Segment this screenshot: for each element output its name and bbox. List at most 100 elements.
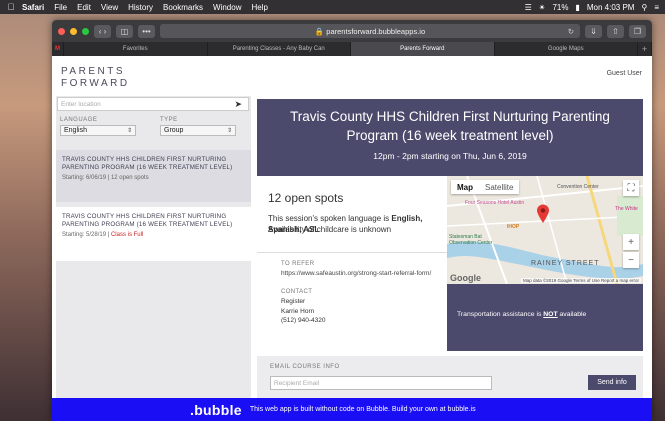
new-tab-button[interactable]: +	[638, 42, 652, 56]
list-icon[interactable]: ≡	[654, 3, 659, 12]
fullscreen-icon[interactable]: ⛶	[623, 180, 639, 196]
bluetooth-icon[interactable]: ✴	[539, 3, 546, 12]
zoom-window-button[interactable]	[82, 27, 89, 35]
class-card-start: Starting: 5/28/19	[62, 232, 107, 238]
tabs-icon[interactable]: ❐	[629, 24, 646, 38]
contact-register[interactable]: Register	[281, 297, 325, 307]
page: PARENTS FORWARD Guest User Enter locatio…	[52, 56, 652, 421]
refer-heading: TO REFER	[281, 261, 315, 267]
refer-link[interactable]: https://www.safeaustin.org/strong-start-…	[281, 270, 441, 278]
gmail-favicon-icon[interactable]: M	[52, 42, 64, 56]
map-footer[interactable]: Map data ©2019 Google Terms of Use Repor…	[520, 278, 641, 283]
close-window-button[interactable]	[58, 27, 65, 35]
language-prefix: This session's spoken language is	[268, 214, 392, 223]
clock[interactable]: Mon 4:03 PM	[587, 3, 635, 12]
share-icon[interactable]: ⇧	[607, 24, 624, 38]
address-bar[interactable]: 🔒 parentsforward.bubbleapps.io ↻	[160, 24, 580, 38]
location-input[interactable]: Enter location ➤	[57, 97, 249, 111]
lock-icon: 🔒	[314, 26, 327, 36]
menu-bookmarks[interactable]: Bookmarks	[163, 3, 203, 12]
map[interactable]: Map Satellite ⛶ + − Four Seasons Hotel A…	[447, 176, 643, 284]
select-caret-icon: ⇕	[126, 128, 132, 134]
meta-separator: |	[107, 175, 110, 181]
map-label: RAINEY STREET	[531, 260, 600, 267]
logo[interactable]: PARENTS FORWARD	[61, 66, 130, 90]
bubble-text: This web app is built without code on Bu…	[249, 406, 476, 413]
language-select[interactable]: English ⇕	[60, 125, 136, 136]
type-select[interactable]: Group ⇕	[160, 125, 236, 136]
email-placeholder: Recipient Email	[274, 379, 320, 387]
menu-view[interactable]: View	[101, 3, 118, 12]
map-type-tabs: Map Satellite	[451, 180, 520, 194]
contact-phone: (512) 940-4320	[281, 317, 326, 324]
more-icon[interactable]: •••	[138, 24, 155, 38]
class-detail-schedule: 12pm - 2pm starting on Thu, Jun 6, 2019	[373, 151, 527, 161]
reload-icon[interactable]: ↻	[568, 27, 574, 36]
zoom-out-button[interactable]: −	[623, 252, 639, 268]
sidebar-icon[interactable]: ◫	[116, 24, 133, 38]
wifi-icon[interactable]: ☰	[525, 3, 532, 12]
class-card-status: 12 open spots	[110, 175, 149, 181]
menu-file[interactable]: File	[54, 3, 67, 12]
logo-line1: PARENTS	[61, 66, 125, 77]
menu-bar:  Safari File Edit View History Bookmark…	[0, 0, 665, 14]
contact-heading: CONTACT	[281, 289, 313, 295]
map-label: Statesman Bat Observation Center	[449, 234, 493, 246]
menu-edit[interactable]: Edit	[77, 3, 91, 12]
meta-separator: |	[107, 232, 110, 238]
map-label: IHOP	[507, 224, 520, 230]
send-info-button[interactable]: Send info	[588, 375, 636, 390]
transport-emph: NOT	[543, 311, 558, 318]
battery-icon[interactable]: ▮	[575, 3, 579, 12]
divider	[257, 252, 447, 253]
class-card-title: TRAVIS COUNTY HHS CHILDREN FIRST NURTURI…	[62, 156, 233, 171]
browser-toolbar: ‹ › ◫ ••• 🔒 parentsforward.bubbleapps.io…	[52, 20, 652, 42]
menu-app-name[interactable]: Safari	[22, 3, 44, 12]
url-text: parentsforward.bubbleapps.io	[326, 26, 426, 36]
bubble-logo: .bubble	[190, 401, 242, 418]
menu-help[interactable]: Help	[251, 3, 267, 12]
class-card[interactable]: TRAVIS COUNTY HHS CHILDREN FIRST NURTURI…	[56, 150, 251, 202]
class-card-meta: Starting: 5/28/19 | Class is Full	[62, 231, 245, 239]
satellite-tab[interactable]: Satellite	[479, 180, 519, 194]
class-card-status: Class is Full	[110, 232, 144, 238]
map-tab[interactable]: Map	[451, 180, 479, 194]
zoom-in-button[interactable]: +	[623, 234, 639, 250]
location-placeholder: Enter location	[61, 100, 101, 108]
download-icon[interactable]: ⇓	[585, 24, 602, 38]
class-card[interactable]: TRAVIS COUNTY HHS CHILDREN FIRST NURTURI…	[56, 207, 251, 261]
map-label: The White	[615, 206, 638, 212]
transport-prefix: Transportation assistance is	[457, 311, 544, 318]
navigation-arrow-icon[interactable]: ➤	[234, 99, 242, 110]
google-logo: Google	[450, 273, 481, 283]
menu-window[interactable]: Window	[213, 3, 241, 12]
recipient-email-input[interactable]: Recipient Email	[270, 376, 492, 390]
class-detail-title: Travis County HHS Children First Nurturi…	[290, 109, 610, 143]
type-label: TYPE	[160, 117, 178, 123]
tab-favorites[interactable]: Favorites	[64, 42, 208, 56]
search-icon[interactable]: ⚲	[641, 3, 647, 12]
language-value: English	[64, 127, 87, 134]
childcare-info: Availability of childcare is unknown	[268, 225, 392, 234]
class-card-start: Starting: 6/06/19	[62, 175, 107, 181]
status-area: ☰ ✴ 71% ▮ Mon 4:03 PM ⚲ ≡	[525, 3, 665, 12]
minimize-window-button[interactable]	[70, 27, 77, 35]
tab-google-maps[interactable]: Google Maps	[495, 42, 638, 56]
open-spots: 12 open spots	[268, 191, 344, 205]
apple-icon[interactable]: 	[0, 2, 22, 12]
class-card-meta: Starting: 6/06/19 | 12 open spots	[62, 174, 245, 182]
class-info: 12 open spots This session's spoken lang…	[257, 176, 447, 351]
email-course-info: EMAIL COURSE INFO Recipient Email Send i…	[257, 356, 643, 401]
guest-user-link[interactable]: Guest User	[607, 70, 642, 77]
class-list-panel: Enter location ➤ LANGUAGE TYPE English ⇕…	[56, 96, 251, 401]
menu-history[interactable]: History	[128, 3, 153, 12]
browser-window: ‹ › ◫ ••• 🔒 parentsforward.bubbleapps.io…	[52, 20, 652, 421]
map-pin-icon[interactable]	[536, 204, 550, 224]
battery-percent[interactable]: 71%	[552, 3, 568, 12]
bubble-banner[interactable]: .bubble This web app is built without co…	[52, 398, 652, 421]
map-label: Convention Center	[557, 184, 599, 190]
back-forward-buttons[interactable]: ‹ ›	[94, 24, 111, 38]
contact-name: Karrie Horn	[281, 307, 315, 315]
tab-parenting-classes[interactable]: Parenting Classes - Any Baby Can	[208, 42, 351, 56]
tab-parents-forward[interactable]: Parents Forward	[351, 42, 495, 56]
